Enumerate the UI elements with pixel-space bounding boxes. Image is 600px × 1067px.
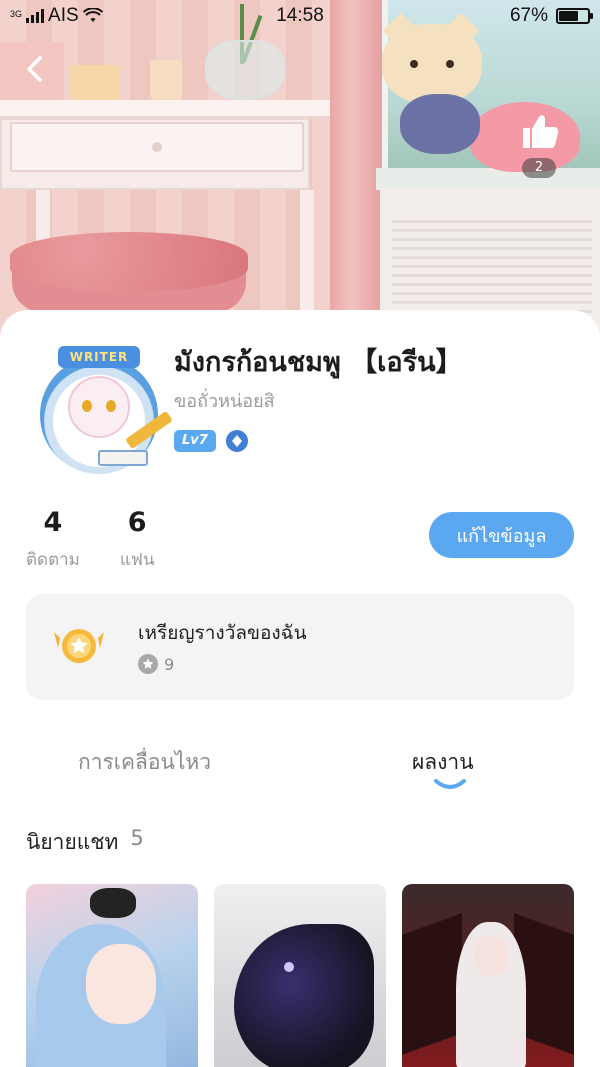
- medal-icon: [54, 629, 104, 663]
- edit-profile-button[interactable]: แก้ไขข้อมูล: [429, 512, 574, 558]
- signal-icon: [26, 9, 45, 23]
- like-button[interactable]: 2: [510, 110, 568, 182]
- chat-novel-section-title: นิยายแชท 5: [26, 826, 144, 859]
- following-count: 4: [43, 507, 63, 538]
- thumbs-up-icon: [523, 115, 559, 148]
- wifi-icon: [82, 8, 103, 22]
- novel-cover[interactable]: [26, 884, 198, 1067]
- profile-card: WRITER มังกรก้อนชมพู 【เอรีน】 ขอถั่วหน่อย…: [0, 310, 600, 1067]
- profile-stats: 4 ติดตาม 6 แฟน: [26, 506, 155, 573]
- carrier-name: AIS: [48, 5, 79, 26]
- tab-activity[interactable]: การเคลื่อนไหว: [78, 746, 211, 779]
- following-label: ติดตาม: [26, 550, 80, 570]
- diamond-icon[interactable]: [225, 430, 248, 452]
- book-icon: [98, 450, 148, 466]
- profile-name: มังกรก้อนชมพู 【เอรีน】: [174, 347, 463, 378]
- star-icon: [138, 654, 158, 674]
- cover-desk-top: [0, 100, 330, 118]
- clock: 14:58: [276, 5, 324, 26]
- medals-title: เหรียญรางวัลของฉัน: [138, 622, 307, 644]
- back-button[interactable]: [18, 52, 52, 86]
- cover-gift-box: [70, 65, 120, 101]
- fans-label: แฟน: [119, 550, 155, 570]
- cover-drawer-knob: [152, 142, 162, 152]
- cover-plush-cat: [382, 12, 492, 174]
- profile-tabs: การเคลื่อนไหว ผลงาน: [0, 736, 600, 796]
- novel-list: [26, 884, 574, 1067]
- novel-cover[interactable]: [214, 884, 386, 1067]
- fans-stat[interactable]: 6 แฟน: [120, 506, 155, 573]
- active-tab-indicator: [434, 779, 466, 789]
- cover-vase: [205, 40, 285, 100]
- medals-count-row: 9: [138, 654, 174, 674]
- cover-desk-leg: [300, 190, 314, 310]
- avatar-character: [68, 376, 130, 438]
- battery-percent: 67%: [509, 5, 548, 26]
- battery-icon: [556, 8, 593, 24]
- cover-stool: [10, 232, 248, 292]
- tab-works[interactable]: ผลงาน: [412, 746, 474, 779]
- level-badge[interactable]: Lv7: [174, 430, 216, 452]
- section-count: 5: [130, 826, 144, 850]
- section-title: นิยายแชท: [26, 830, 119, 854]
- profile-badges: Lv7: [174, 430, 248, 452]
- like-count: 2: [522, 158, 556, 178]
- cover-curtain: [330, 0, 382, 340]
- fans-count: 6: [127, 507, 147, 538]
- medals-card[interactable]: เหรียญรางวัลของฉัน 9: [26, 594, 574, 700]
- following-stat[interactable]: 4 ติดตาม: [26, 506, 80, 573]
- writer-badge: WRITER: [58, 346, 140, 368]
- profile-bio: ขอถั่วหน่อยสิ: [174, 391, 275, 412]
- profile-cover: 2: [0, 0, 600, 340]
- novel-cover[interactable]: [402, 884, 574, 1067]
- network-type: 3G: [10, 9, 23, 19]
- cover-brush-cup: [150, 60, 182, 100]
- chevron-left-icon: [27, 56, 42, 82]
- status-bar: 3G AIS 14:58 67%: [0, 0, 600, 32]
- medals-count: 9: [164, 654, 175, 674]
- avatar[interactable]: WRITER: [28, 346, 173, 478]
